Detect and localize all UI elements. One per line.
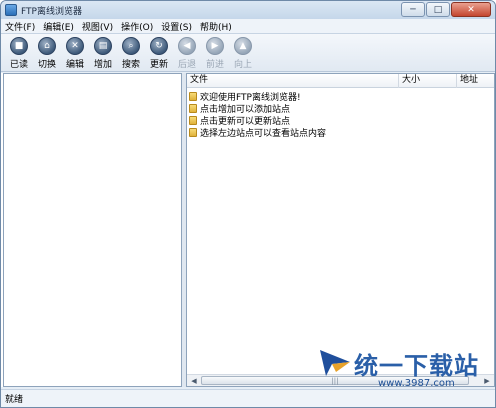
edit-button-label: 编辑 bbox=[65, 60, 84, 70]
search-button-label: 搜索 bbox=[121, 60, 140, 70]
refresh-icon: ↻ bbox=[150, 37, 168, 55]
menu-help[interactable]: 帮助(H) bbox=[196, 20, 236, 33]
back-button-label: 后退 bbox=[177, 60, 196, 70]
horizontal-scrollbar[interactable]: ◀ ||| ▶ bbox=[187, 374, 494, 386]
folder-icon bbox=[189, 115, 197, 125]
forward-button[interactable]: ▶ 前进 bbox=[201, 34, 229, 71]
minimize-button[interactable]: ─ bbox=[401, 2, 425, 17]
window-title: FTP离线浏览器 bbox=[21, 6, 82, 17]
scroll-left-icon[interactable]: ◀ bbox=[188, 376, 200, 386]
read-button[interactable]: ■ 已读 bbox=[5, 34, 33, 71]
main-content: 文件 大小 地址 欢迎使用FTP离线浏览器! 点击增加可以添加站点 点击更新可以… bbox=[1, 73, 495, 387]
menu-bar: 文件(F) 编辑(E) 视图(V) 操作(O) 设置(S) 帮助(H) bbox=[1, 19, 495, 34]
search-button[interactable]: ⌕ 搜索 bbox=[117, 34, 145, 71]
site-tree-pane[interactable] bbox=[3, 73, 182, 387]
column-header-size[interactable]: 大小 bbox=[399, 74, 457, 88]
file-list: 欢迎使用FTP离线浏览器! 点击增加可以添加站点 点击更新可以更新站点 选择左边… bbox=[187, 90, 494, 139]
back-icon: ◀ bbox=[178, 37, 196, 55]
switch-button[interactable]: ⌂ 切换 bbox=[33, 34, 61, 71]
folder-icon bbox=[189, 91, 197, 101]
title-bar[interactable]: FTP离线浏览器 ─ □ ✕ bbox=[1, 1, 495, 19]
list-item[interactable]: 点击更新可以更新站点 bbox=[187, 114, 494, 127]
scroll-right-icon[interactable]: ▶ bbox=[481, 376, 493, 386]
refresh-button[interactable]: ↻ 更新 bbox=[145, 34, 173, 71]
list-item[interactable]: 选择左边站点可以查看站点内容 bbox=[187, 126, 494, 139]
app-icon bbox=[5, 4, 17, 16]
status-bar: 就绪 bbox=[1, 389, 495, 407]
edit-button[interactable]: ✕ 编辑 bbox=[61, 34, 89, 71]
folder-icon bbox=[189, 103, 197, 113]
menu-view[interactable]: 视图(V) bbox=[78, 20, 117, 33]
menu-edit[interactable]: 编辑(E) bbox=[39, 20, 78, 33]
add-button[interactable]: ▤ 增加 bbox=[89, 34, 117, 71]
list-item-label: 选择左边站点可以查看站点内容 bbox=[200, 128, 327, 139]
file-list-pane[interactable]: 文件 大小 地址 欢迎使用FTP离线浏览器! 点击增加可以添加站点 点击更新可以… bbox=[186, 73, 495, 387]
column-header-address[interactable]: 地址 bbox=[457, 74, 494, 88]
close-button[interactable]: ✕ bbox=[451, 2, 491, 17]
menu-operation[interactable]: 操作(O) bbox=[117, 20, 157, 33]
add-icon: ▤ bbox=[94, 37, 112, 55]
switch-icon: ⌂ bbox=[38, 37, 56, 55]
file-list-header: 文件 大小 地址 bbox=[187, 74, 494, 88]
folder-icon bbox=[189, 127, 197, 137]
up-button-label: 向上 bbox=[233, 60, 252, 70]
add-button-label: 增加 bbox=[93, 60, 112, 70]
forward-button-label: 前进 bbox=[205, 60, 224, 70]
read-button-label: 已读 bbox=[9, 60, 28, 70]
search-icon: ⌕ bbox=[122, 37, 140, 55]
column-header-file[interactable]: 文件 bbox=[187, 74, 399, 88]
app-window: FTP离线浏览器 ─ □ ✕ 文件(F) 编辑(E) 视图(V) 操作(O) 设… bbox=[0, 0, 496, 408]
up-button[interactable]: ▲ 向上 bbox=[229, 34, 257, 71]
up-icon: ▲ bbox=[234, 37, 252, 55]
menu-settings[interactable]: 设置(S) bbox=[157, 20, 196, 33]
read-icon: ■ bbox=[10, 37, 28, 55]
back-button[interactable]: ◀ 后退 bbox=[173, 34, 201, 71]
edit-icon: ✕ bbox=[66, 37, 84, 55]
maximize-button[interactable]: □ bbox=[426, 2, 450, 17]
toolbar: ■ 已读 ⌂ 切换 ✕ 编辑 ▤ 增加 ⌕ 搜索 ↻ 更新 ◀ 后退 ▶ 前进 bbox=[1, 34, 495, 72]
menu-file[interactable]: 文件(F) bbox=[1, 20, 39, 33]
switch-button-label: 切换 bbox=[37, 60, 56, 70]
list-item[interactable]: 欢迎使用FTP离线浏览器! bbox=[187, 90, 494, 103]
scroll-thumb[interactable]: ||| bbox=[201, 376, 469, 385]
status-text: 就绪 bbox=[5, 395, 24, 405]
list-item[interactable]: 点击增加可以添加站点 bbox=[187, 102, 494, 115]
forward-icon: ▶ bbox=[206, 37, 224, 55]
refresh-button-label: 更新 bbox=[149, 60, 168, 70]
